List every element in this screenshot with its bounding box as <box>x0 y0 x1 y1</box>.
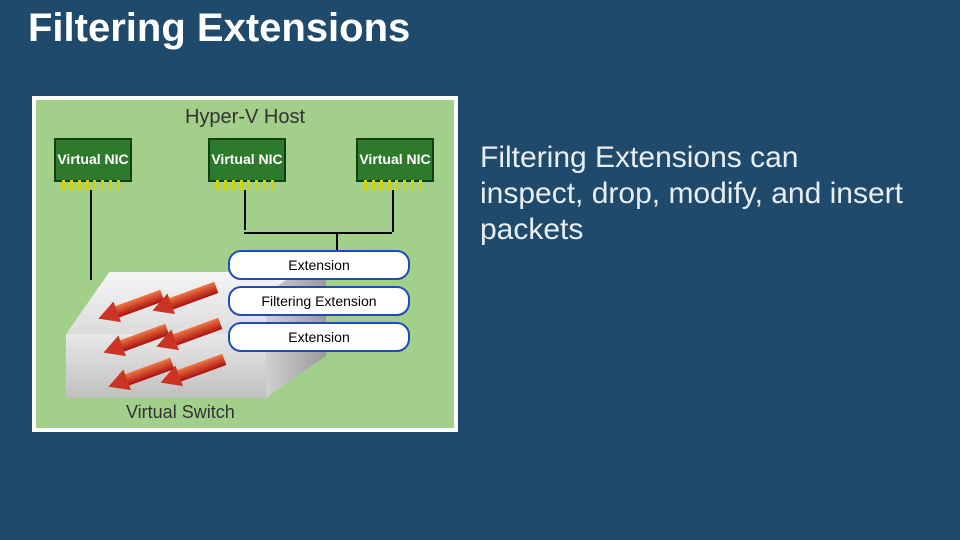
wire-icon <box>244 232 392 234</box>
connector-icon <box>216 180 274 190</box>
extension-box-filtering: Filtering Extension <box>228 286 410 316</box>
extension-box-3: Extension <box>228 322 410 352</box>
host-label: Hyper-V Host <box>36 106 454 129</box>
slide-description: Filtering Extensions can inspect, drop, … <box>480 140 910 248</box>
virtual-nic-1: Virtual NIC <box>54 138 132 182</box>
wire-icon <box>392 190 394 232</box>
connector-icon <box>62 180 120 190</box>
virtual-nic-2: Virtual NIC <box>208 138 286 182</box>
wire-icon <box>336 232 338 252</box>
extension-box-1: Extension <box>228 250 410 280</box>
architecture-diagram: Hyper-V Host Virtual NIC Virtual NIC Vir… <box>32 96 458 432</box>
slide-title: Filtering Extensions <box>28 6 410 51</box>
virtual-switch-label: Virtual Switch <box>126 402 235 423</box>
virtual-nic-3: Virtual NIC <box>356 138 434 182</box>
wire-icon <box>90 190 92 280</box>
wire-icon <box>244 190 246 230</box>
connector-icon <box>364 180 422 190</box>
